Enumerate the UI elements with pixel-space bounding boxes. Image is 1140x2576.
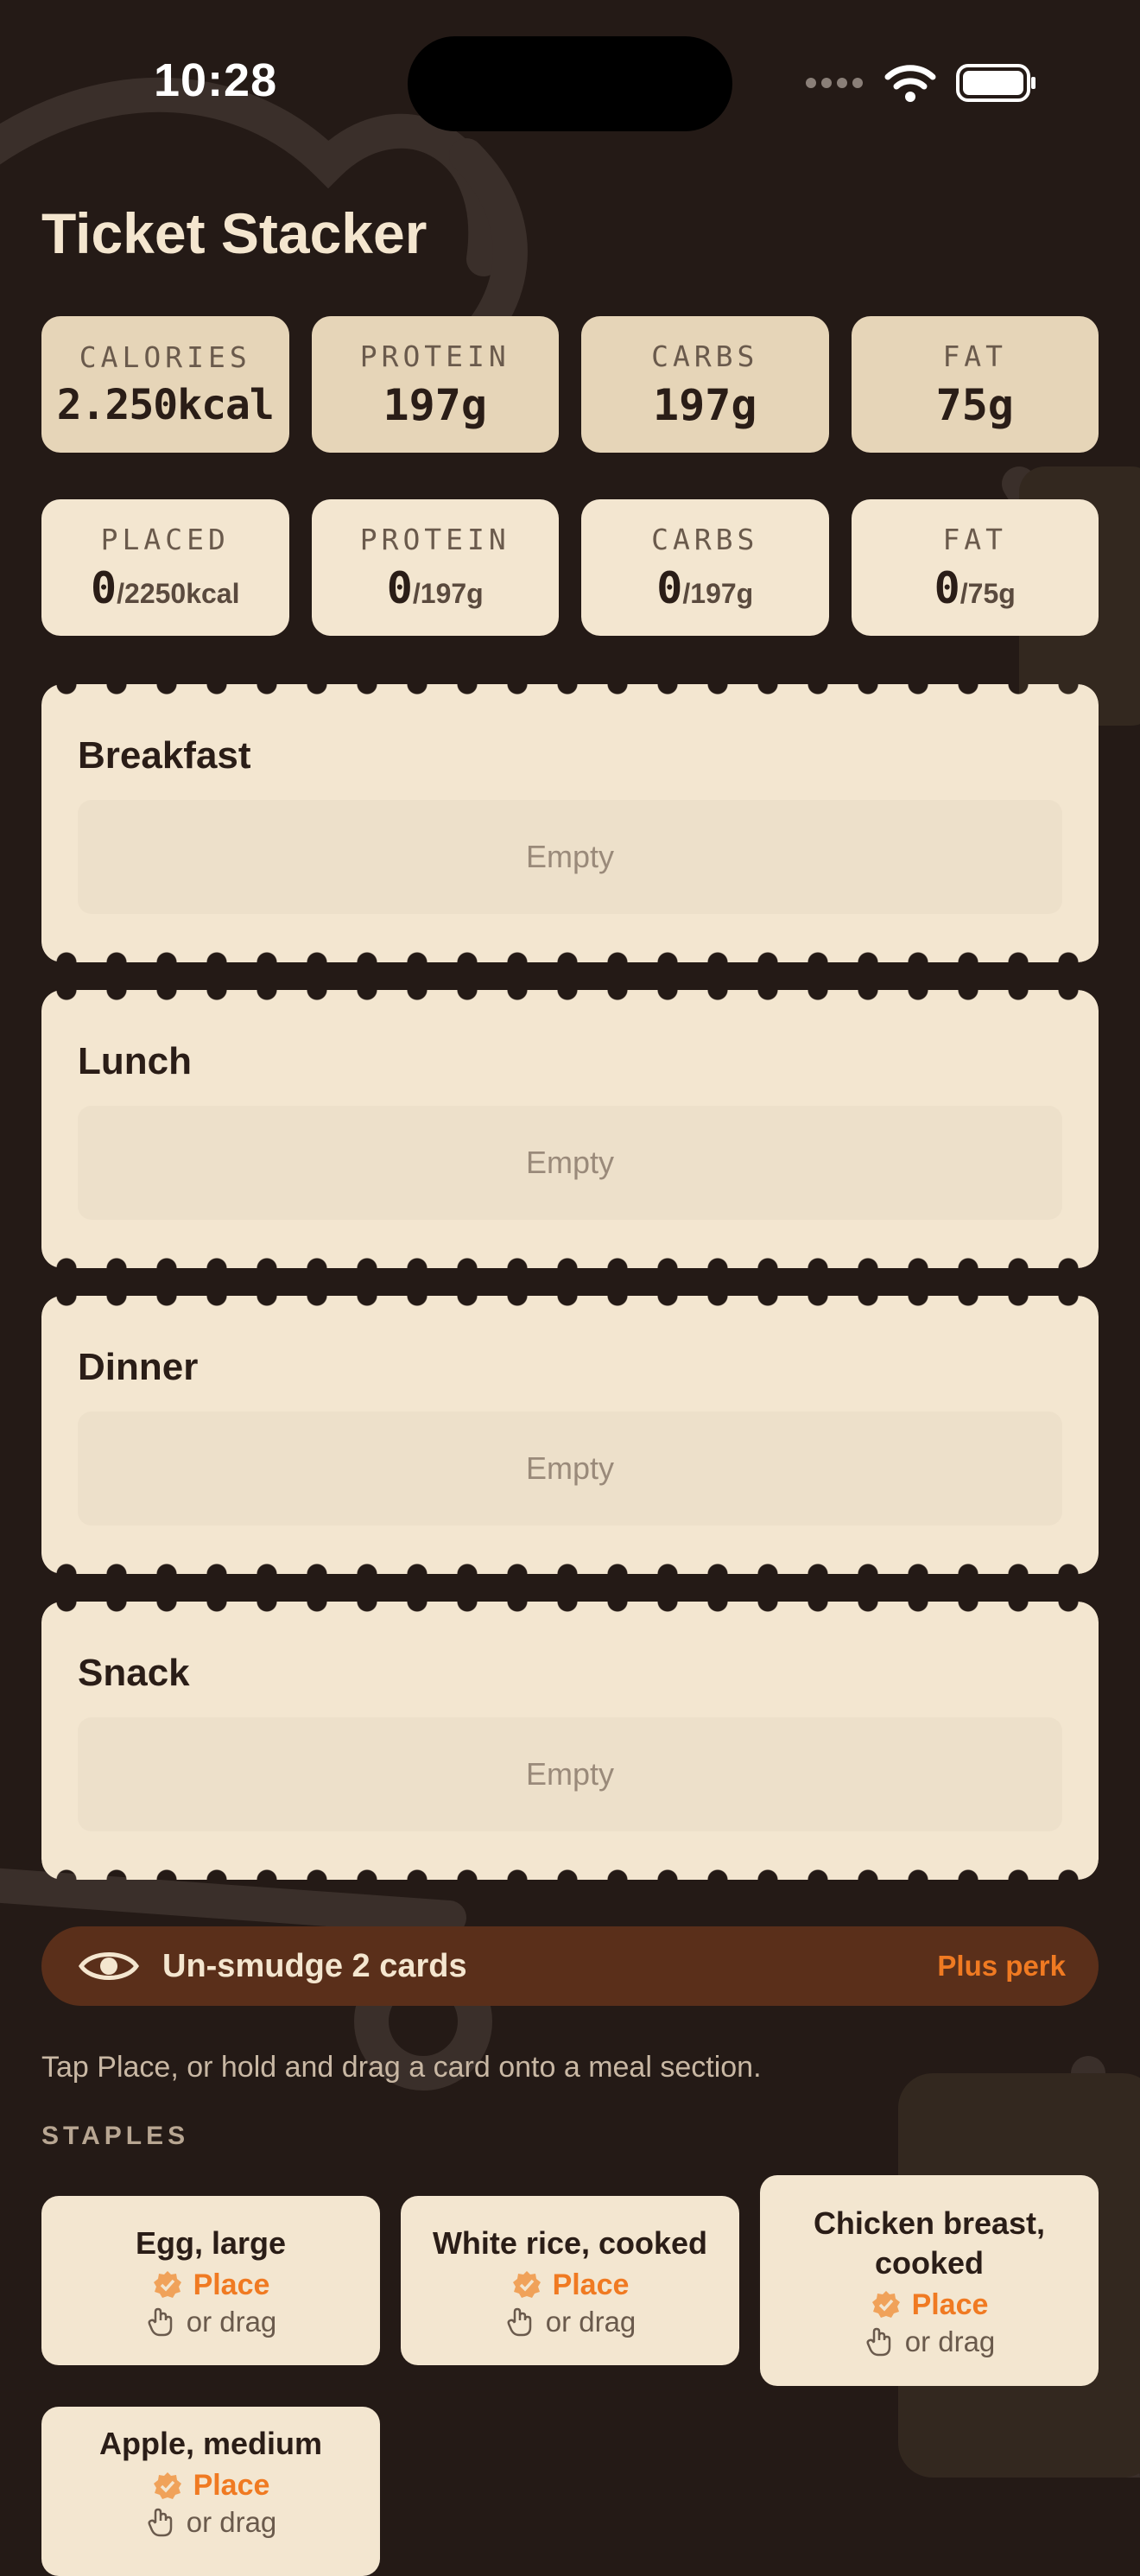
stat-value: 75g xyxy=(935,379,1014,430)
staple-name: Apple, medium xyxy=(98,2426,323,2461)
drag-label: or drag xyxy=(545,2305,636,2338)
stat-current: 0 xyxy=(91,562,117,613)
status-time: 10:28 xyxy=(154,54,278,106)
placed-calories: PLACED 0/2250kcal xyxy=(41,499,289,636)
staple-name: Chicken breast, cooked xyxy=(813,2205,1046,2281)
target-stats: CALORIES 2.250kcal PROTEIN 197g CARBS 19… xyxy=(41,316,1099,453)
place-label: Place xyxy=(552,2268,630,2301)
stat-progress: 0/75g xyxy=(934,563,1016,613)
target-carbs: CARBS 197g xyxy=(581,316,829,453)
place-button[interactable]: Place xyxy=(152,2268,270,2302)
meal-ticket-snack[interactable]: Snack Empty xyxy=(41,1602,1099,1880)
place-label: Place xyxy=(911,2287,989,2321)
dynamic-island xyxy=(408,36,732,131)
stat-target: /197g xyxy=(412,577,484,609)
stat-current: 0 xyxy=(934,562,960,613)
place-button[interactable]: Place xyxy=(511,2268,630,2302)
stat-value: 197g xyxy=(383,379,487,430)
staple-name: Egg, large xyxy=(135,2224,287,2261)
staple-card[interactable]: Chicken breast, cooked Place or drag xyxy=(760,2175,1099,2386)
stat-current: 0 xyxy=(386,562,413,613)
verified-badge-icon xyxy=(512,2271,541,2298)
placed-fat: FAT 0/75g xyxy=(851,499,1099,636)
placed-carbs: CARBS 0/197g xyxy=(581,499,829,636)
stat-progress: 0/197g xyxy=(387,563,484,613)
plus-perk-badge: Plus perk xyxy=(937,1950,1066,1982)
target-fat: FAT 75g xyxy=(851,316,1099,453)
drag-hint: or drag xyxy=(145,2305,277,2338)
verified-badge-icon xyxy=(153,2471,181,2499)
hand-drag-icon xyxy=(866,2327,890,2356)
meal-title: Snack xyxy=(78,1652,190,1694)
meal-ticket-dinner[interactable]: Dinner Empty xyxy=(41,1296,1099,1574)
place-label: Place xyxy=(193,2268,270,2301)
drag-hint: or drag xyxy=(864,2325,996,2358)
hand-drag-icon xyxy=(148,2307,172,2336)
meal-ticket-breakfast[interactable]: Breakfast Empty xyxy=(41,684,1099,962)
drag-label: or drag xyxy=(186,2506,277,2538)
status-bar: 10:28 xyxy=(0,0,1140,155)
stat-label: CARBS xyxy=(651,339,759,373)
staple-name: White rice, cooked xyxy=(432,2224,708,2261)
meal-title: Breakfast xyxy=(78,734,251,777)
placed-protein: PROTEIN 0/197g xyxy=(311,499,559,636)
stat-label: FAT xyxy=(942,339,1008,373)
place-button[interactable]: Place xyxy=(152,2469,270,2503)
battery-icon xyxy=(956,64,1036,102)
perk-label: Un-smudge 2 cards xyxy=(162,1947,467,1984)
target-protein: PROTEIN 197g xyxy=(311,316,559,453)
status-icons xyxy=(805,60,1036,105)
stat-label: CALORIES xyxy=(79,339,251,374)
place-button[interactable]: Place xyxy=(871,2287,989,2322)
drag-hint: or drag xyxy=(504,2306,636,2338)
stat-progress: 0/2250kcal xyxy=(91,563,239,613)
unsmudge-perk-button[interactable]: Un-smudge 2 cards Plus perk xyxy=(41,1926,1099,2006)
instruction-hint: Tap Place, or hold and drag a card onto … xyxy=(41,2051,762,2084)
meal-drop-zone[interactable]: Empty xyxy=(78,1717,1062,1831)
target-calories: CALORIES 2.250kcal xyxy=(41,316,289,453)
drag-hint: or drag xyxy=(145,2506,277,2539)
stat-label: PROTEIN xyxy=(359,522,510,556)
stat-current: 0 xyxy=(656,562,683,613)
place-label: Place xyxy=(193,2469,270,2502)
meal-drop-zone[interactable]: Empty xyxy=(78,1106,1062,1220)
meal-ticket-lunch[interactable]: Lunch Empty xyxy=(41,990,1099,1268)
stat-target: /197g xyxy=(682,577,754,609)
verified-badge-icon xyxy=(153,2271,181,2298)
staples-section-label: STAPLES xyxy=(41,2122,190,2150)
page-title: Ticket Stacker xyxy=(41,201,428,265)
stat-target: /75g xyxy=(960,577,1016,609)
drag-label: or drag xyxy=(186,2305,277,2338)
meal-title: Lunch xyxy=(78,1040,192,1082)
staple-card[interactable]: White rice, cooked Place or drag xyxy=(401,2196,739,2365)
stat-label: PROTEIN xyxy=(359,339,510,373)
staple-card[interactable]: Apple, medium Place or drag xyxy=(41,2407,380,2576)
stat-target: /2250kcal xyxy=(117,577,240,609)
stat-label: FAT xyxy=(942,522,1008,556)
eye-icon xyxy=(78,1952,140,1980)
hand-drag-icon xyxy=(507,2307,531,2336)
cellular-signal-icon xyxy=(806,78,863,88)
stat-value: 197g xyxy=(653,379,757,430)
meal-drop-zone[interactable]: Empty xyxy=(78,800,1062,914)
meal-title: Dinner xyxy=(78,1346,199,1388)
meal-drop-zone[interactable]: Empty xyxy=(78,1412,1062,1526)
verified-badge-icon xyxy=(871,2291,900,2318)
drag-label: or drag xyxy=(904,2325,996,2357)
staple-card[interactable]: Egg, large Place or drag xyxy=(41,2196,380,2365)
placed-stats: PLACED 0/2250kcal PROTEIN 0/197g CARBS 0… xyxy=(41,499,1099,636)
stat-value: 2.250kcal xyxy=(56,380,275,429)
hand-drag-icon xyxy=(148,2508,172,2537)
stat-label: PLACED xyxy=(100,522,230,556)
stat-label: CARBS xyxy=(651,522,759,556)
wifi-icon xyxy=(884,65,936,102)
stat-progress: 0/197g xyxy=(656,563,753,613)
